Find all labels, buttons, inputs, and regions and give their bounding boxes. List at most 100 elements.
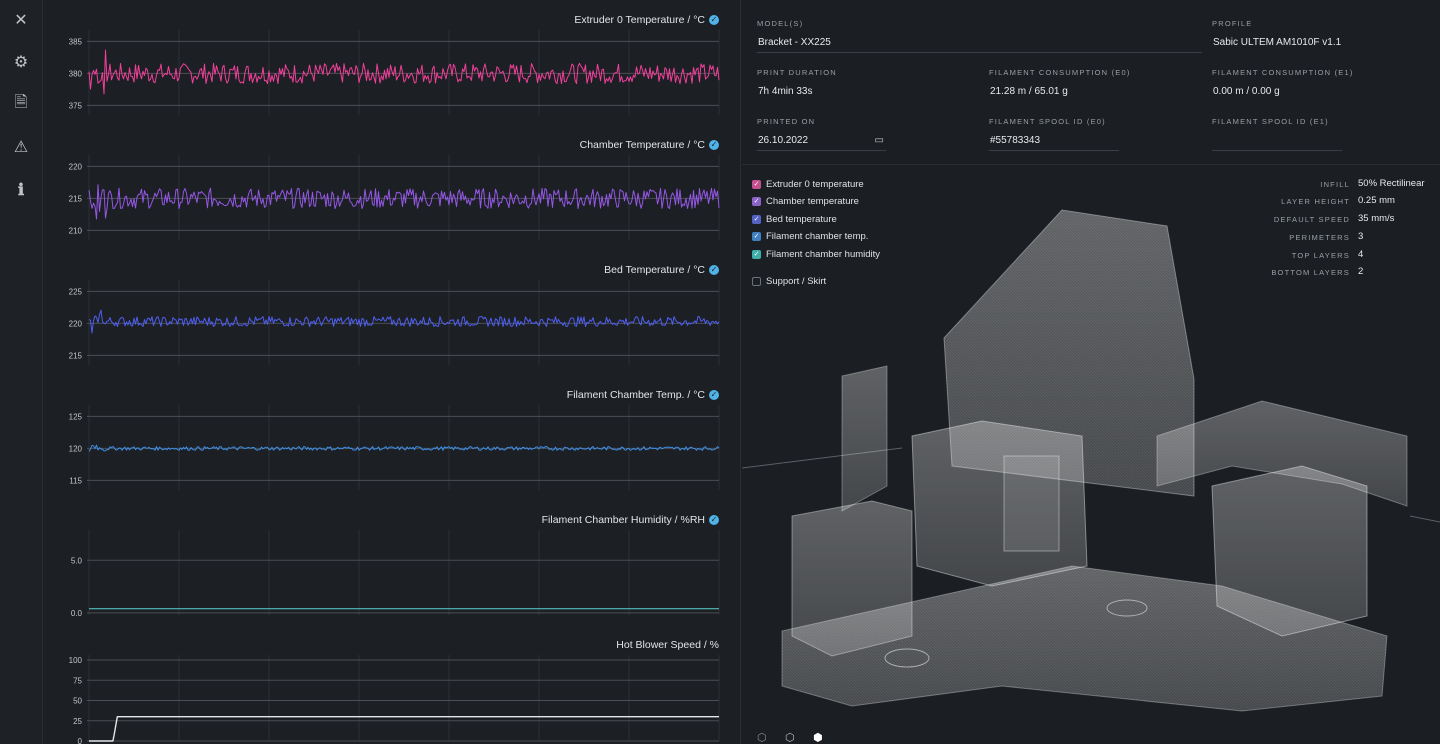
y-tick-label: 115 — [69, 476, 82, 485]
legend-label: Filament chamber temp. — [766, 231, 869, 242]
duration-field: PRINT DURATION 7h 4min 33s — [757, 68, 957, 102]
sidebar: ✕ ⚙ 🗎 ⚠ ℹ — [0, 0, 43, 744]
param-value: 50% Rectilinear — [1358, 178, 1425, 189]
consumption-e0-field: FILAMENT CONSUMPTION (E0) 21.28 m / 65.0… — [989, 68, 1189, 102]
chart-extruder-temperature: 385 380 375 Extruder 0 Temperature / °C ✓ — [44, 0, 740, 125]
legend-chamber-temperature[interactable]: ✓ Chamber temperature — [752, 196, 859, 207]
printed-on-label: PRINTED ON — [757, 117, 816, 126]
consumption-e0-value: 21.28 m / 65.01 g — [990, 86, 1068, 97]
warning-icon[interactable]: ⚠ — [10, 136, 32, 158]
legend-filament-chamber-temp[interactable]: ✓ Filament chamber temp. — [752, 231, 868, 242]
chart-title: Filament Chamber Temp. / °C ✓ — [566, 389, 719, 401]
param-label: DEFAULT SPEED — [1273, 215, 1350, 224]
check-icon: ✓ — [709, 265, 719, 275]
close-icon[interactable]: ✕ — [10, 9, 32, 31]
profile-label: PROFILE — [1212, 19, 1253, 28]
consumption-e0-label: FILAMENT CONSUMPTION (E0) — [989, 68, 1131, 77]
chart-bed-temperature: 225 220 215 Bed Temperature / °C ✓ — [44, 250, 740, 375]
chart-title: Chamber Temperature / °C ✓ — [579, 139, 719, 151]
models-value[interactable]: Bracket - XX225 — [757, 37, 1202, 53]
series-line — [88, 184, 720, 220]
param-label: INFILL — [1320, 180, 1350, 189]
legend-bed-temperature[interactable]: ✓ Bed temperature — [752, 214, 837, 225]
checkbox-checked-icon[interactable]: ✓ — [752, 250, 761, 259]
param-value: 0.25 mm — [1358, 195, 1395, 206]
y-tick-label: 380 — [69, 69, 83, 78]
spool-e1-input[interactable] — [1212, 135, 1342, 151]
y-tick-label: 220 — [69, 162, 83, 171]
legend-label: Filament chamber humidity — [766, 249, 881, 260]
param-value: 35 mm/s — [1358, 213, 1395, 224]
checkbox-checked-icon[interactable]: ✓ — [752, 197, 761, 206]
profile-value: Sabic ULTEM AM1010F v1.1 — [1213, 37, 1342, 48]
spool-e0-field: FILAMENT SPOOL ID (E0) #55783343 — [989, 117, 1119, 151]
param-value: 2 — [1358, 266, 1364, 277]
chart-title: Hot Blower Speed / % — [616, 639, 719, 651]
param-bottom-layers: BOTTOM LAYERS 2 — [1230, 266, 1430, 280]
legend-support-skirt[interactable]: Support / Skirt — [752, 276, 826, 287]
checkbox-checked-icon[interactable]: ✓ — [752, 180, 761, 189]
chart-title: Filament Chamber Humidity / %RH ✓ — [541, 514, 719, 526]
legend-label: Support / Skirt — [766, 276, 827, 287]
y-tick-label: 215 — [69, 194, 83, 203]
print-info-panel: MODEL(S) Bracket - XX225 PROFILE Sabic U… — [742, 0, 1440, 165]
spool-e0-input[interactable]: #55783343 — [989, 135, 1119, 151]
chart-hot-blower-speed: 100 75 50 25 0 Hot Blower Speed / % — [44, 625, 740, 744]
printed-on-input[interactable]: 26.10.2022 ▭ — [757, 135, 886, 151]
check-icon: ✓ — [709, 140, 719, 150]
spool-e0-label: FILAMENT SPOOL ID (E0) — [989, 117, 1106, 126]
chart-filament-chamber-temperature: 125 120 115 Filament Chamber Temp. / °C ✓ — [44, 375, 740, 500]
y-tick-label: 5.0 — [71, 556, 83, 565]
checkbox-checked-icon[interactable]: ✓ — [752, 232, 761, 241]
check-icon: ✓ — [709, 515, 719, 525]
checkbox-checked-icon[interactable]: ✓ — [752, 215, 761, 224]
spool-e1-field: FILAMENT SPOOL ID (E1) — [1212, 117, 1342, 151]
param-top-layers: TOP LAYERS 4 — [1230, 249, 1430, 263]
checkbox-unchecked-icon[interactable] — [752, 277, 761, 286]
axis-line — [1409, 515, 1440, 523]
calendar-icon[interactable]: ▭ — [875, 135, 884, 146]
consumption-e1-value: 0.00 m / 0.00 g — [1213, 86, 1280, 97]
view-cube-outline-icon[interactable]: ⬡ — [757, 731, 767, 744]
chart-chamber-temperature: 220 215 210 Chamber Temperature / °C ✓ — [44, 125, 740, 250]
y-tick-label: 385 — [69, 37, 83, 46]
legend-label: Extruder 0 temperature — [766, 179, 864, 190]
y-tick-label: 25 — [73, 717, 82, 726]
y-tick-label: 375 — [69, 101, 83, 110]
info-icon[interactable]: ℹ — [10, 178, 32, 200]
view-cube-solid-icon[interactable]: ⬢ — [813, 731, 823, 744]
view-cube-wire-icon[interactable]: ⬡ — [785, 731, 795, 744]
model-center-block — [911, 420, 1088, 587]
duration-label: PRINT DURATION — [757, 68, 837, 77]
param-label: TOP LAYERS — [1291, 251, 1350, 260]
y-tick-label: 75 — [73, 676, 82, 685]
charts-column[interactable]: 385 380 375 Extruder 0 Temperature / °C ✓ 2… — [44, 0, 741, 744]
param-label: LAYER HEIGHT — [1281, 197, 1350, 206]
legend-extruder-temperature[interactable]: ✓ Extruder 0 temperature — [752, 179, 864, 190]
spool-e1-label: FILAMENT SPOOL ID (E1) — [1212, 117, 1329, 126]
y-tick-label: 100 — [69, 656, 83, 665]
printed-on-field: PRINTED ON 26.10.2022 ▭ — [757, 117, 886, 151]
consumption-e1-field: FILAMENT CONSUMPTION (E1) 0.00 m / 0.00 … — [1212, 68, 1422, 102]
y-tick-label: 215 — [69, 351, 83, 360]
param-default-speed: DEFAULT SPEED 35 mm/s — [1230, 213, 1430, 227]
y-tick-label: 125 — [69, 412, 83, 421]
check-icon: ✓ — [709, 390, 719, 400]
model-pillar — [1003, 455, 1060, 552]
y-tick-label: 0 — [78, 737, 83, 744]
y-tick-label: 225 — [69, 287, 83, 296]
series-line — [88, 49, 720, 95]
chart-title: Bed Temperature / °C ✓ — [604, 264, 719, 276]
gear-icon[interactable]: ⚙ — [10, 51, 32, 73]
printed-on-value: 26.10.2022 — [758, 135, 809, 146]
check-icon: ✓ — [709, 15, 719, 25]
y-tick-label: 210 — [69, 226, 83, 235]
pdf-file-icon[interactable]: 🗎 — [10, 93, 32, 115]
legend-label: Chamber temperature — [766, 196, 859, 207]
param-perimeters: PERIMETERS 3 — [1230, 231, 1430, 245]
param-value: 3 — [1358, 231, 1364, 242]
legend-label: Bed temperature — [766, 214, 837, 225]
chart-title: Extruder 0 Temperature / °C ✓ — [574, 14, 719, 26]
model-3d-viewer[interactable]: ✓ Extruder 0 temperature ✓ Chamber tempe… — [742, 166, 1440, 744]
legend-filament-chamber-humidity[interactable]: ✓ Filament chamber humidity — [752, 249, 880, 260]
